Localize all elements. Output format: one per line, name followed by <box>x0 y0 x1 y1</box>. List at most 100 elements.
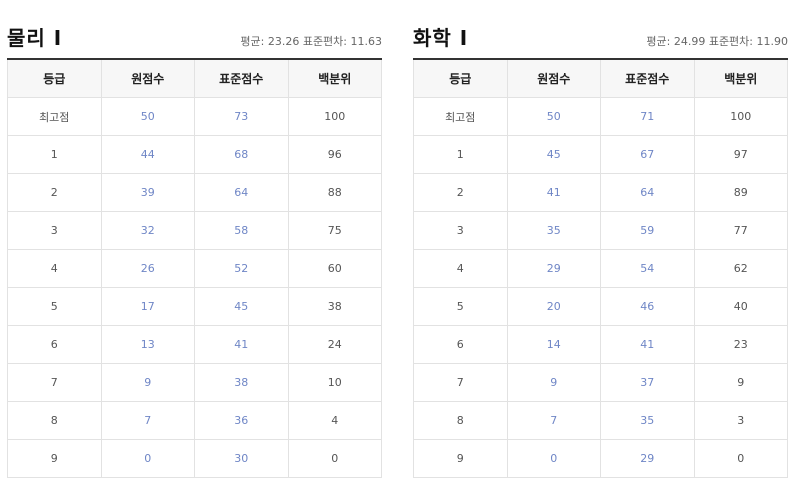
table-row: 최고점 50 71 100 <box>413 97 788 136</box>
physics-grade-table: 등급 원점수 표준점수 백분위 최고점 50 73 100 1 44 68 96… <box>7 58 382 478</box>
raw-score-cell: 50 <box>100 97 195 136</box>
table-row: 7 9 38 10 <box>7 363 382 402</box>
physics-panel-header: 물리 I 평균: 23.26 표준편차: 11.63 <box>7 20 382 58</box>
chemistry-panel: 화학 I 평균: 24.99 표준편차: 11.90 등급 원점수 표준점수 백… <box>413 20 788 478</box>
percentile-cell: 24 <box>287 325 382 364</box>
standard-score-cell: 35 <box>600 401 695 440</box>
standard-score-cell: 73 <box>194 97 289 136</box>
percentile-cell: 3 <box>693 401 788 440</box>
column-header-standard-score: 표준점수 <box>194 59 289 98</box>
chemistry-title: 화학 I <box>413 26 469 50</box>
standard-score-cell: 68 <box>194 135 289 174</box>
standard-score-cell: 71 <box>600 97 695 136</box>
column-header-standard-score: 표준점수 <box>600 59 695 98</box>
physics-title: 물리 I <box>7 26 63 50</box>
raw-score-cell: 32 <box>100 211 195 250</box>
percentile-cell: 100 <box>693 97 788 136</box>
grade-cell: 2 <box>7 173 102 212</box>
table-row: 9 0 29 0 <box>413 439 788 478</box>
percentile-cell: 38 <box>287 287 382 326</box>
table-row: 5 17 45 38 <box>7 287 382 326</box>
percentile-cell: 96 <box>287 135 382 174</box>
percentile-cell: 100 <box>287 97 382 136</box>
raw-score-cell: 39 <box>100 173 195 212</box>
percentile-cell: 4 <box>287 401 382 440</box>
percentile-cell: 89 <box>693 173 788 212</box>
column-header-percentile: 백분위 <box>287 59 382 98</box>
raw-score-cell: 26 <box>100 249 195 288</box>
raw-score-cell: 7 <box>506 401 601 440</box>
raw-score-cell: 13 <box>100 325 195 364</box>
grade-cell: 4 <box>7 249 102 288</box>
table-row: 6 13 41 24 <box>7 325 382 364</box>
grade-cell: 7 <box>7 363 102 402</box>
column-header-raw-score: 원점수 <box>506 59 601 98</box>
raw-score-cell: 7 <box>100 401 195 440</box>
percentile-cell: 40 <box>693 287 788 326</box>
table-row: 3 35 59 77 <box>413 211 788 250</box>
percentile-cell: 0 <box>287 439 382 478</box>
raw-score-cell: 0 <box>506 439 601 478</box>
raw-score-cell: 45 <box>506 135 601 174</box>
table-row: 6 14 41 23 <box>413 325 788 364</box>
raw-score-cell: 0 <box>100 439 195 478</box>
physics-panel: 물리 I 평균: 23.26 표준편차: 11.63 등급 원점수 표준점수 백… <box>7 20 382 478</box>
standard-score-cell: 30 <box>194 439 289 478</box>
grade-cell: 최고점 <box>7 97 102 136</box>
standard-score-cell: 64 <box>194 173 289 212</box>
standard-score-cell: 59 <box>600 211 695 250</box>
standard-score-cell: 38 <box>194 363 289 402</box>
grade-cell: 9 <box>7 439 102 478</box>
raw-score-cell: 44 <box>100 135 195 174</box>
grade-cell: 8 <box>7 401 102 440</box>
raw-score-cell: 17 <box>100 287 195 326</box>
standard-score-cell: 41 <box>600 325 695 364</box>
table-row: 4 26 52 60 <box>7 249 382 288</box>
percentile-cell: 88 <box>287 173 382 212</box>
table-row: 9 0 30 0 <box>7 439 382 478</box>
table-row: 7 9 37 9 <box>413 363 788 402</box>
raw-score-cell: 20 <box>506 287 601 326</box>
grade-cell: 2 <box>413 173 508 212</box>
standard-score-cell: 58 <box>194 211 289 250</box>
column-header-grade: 등급 <box>7 59 102 98</box>
percentile-cell: 10 <box>287 363 382 402</box>
percentile-cell: 77 <box>693 211 788 250</box>
chemistry-grade-table: 등급 원점수 표준점수 백분위 최고점 50 71 100 1 45 67 97… <box>413 58 788 478</box>
grade-cell: 7 <box>413 363 508 402</box>
table-row: 8 7 36 4 <box>7 401 382 440</box>
table-header-row: 등급 원점수 표준점수 백분위 <box>7 59 382 98</box>
grade-cell: 6 <box>413 325 508 364</box>
raw-score-cell: 14 <box>506 325 601 364</box>
grade-cell: 1 <box>7 135 102 174</box>
standard-score-cell: 45 <box>194 287 289 326</box>
standard-score-cell: 37 <box>600 363 695 402</box>
table-row: 2 39 64 88 <box>7 173 382 212</box>
chemistry-panel-header: 화학 I 평균: 24.99 표준편차: 11.90 <box>413 20 788 58</box>
standard-score-cell: 29 <box>600 439 695 478</box>
table-row: 최고점 50 73 100 <box>7 97 382 136</box>
grade-cell: 9 <box>413 439 508 478</box>
table-row: 2 41 64 89 <box>413 173 788 212</box>
table-row: 1 45 67 97 <box>413 135 788 174</box>
percentile-cell: 62 <box>693 249 788 288</box>
table-row: 1 44 68 96 <box>7 135 382 174</box>
raw-score-cell: 9 <box>100 363 195 402</box>
standard-score-cell: 64 <box>600 173 695 212</box>
standard-score-cell: 36 <box>194 401 289 440</box>
percentile-cell: 23 <box>693 325 788 364</box>
percentile-cell: 75 <box>287 211 382 250</box>
grade-cell: 3 <box>413 211 508 250</box>
grade-cell: 6 <box>7 325 102 364</box>
table-row: 3 32 58 75 <box>7 211 382 250</box>
grade-cell: 5 <box>413 287 508 326</box>
standard-score-cell: 46 <box>600 287 695 326</box>
raw-score-cell: 29 <box>506 249 601 288</box>
physics-stats: 평균: 23.26 표준편차: 11.63 <box>240 35 382 48</box>
chemistry-stats: 평균: 24.99 표준편차: 11.90 <box>646 35 788 48</box>
percentile-cell: 9 <box>693 363 788 402</box>
raw-score-cell: 50 <box>506 97 601 136</box>
table-header-row: 등급 원점수 표준점수 백분위 <box>413 59 788 98</box>
raw-score-cell: 9 <box>506 363 601 402</box>
grade-cell: 8 <box>413 401 508 440</box>
